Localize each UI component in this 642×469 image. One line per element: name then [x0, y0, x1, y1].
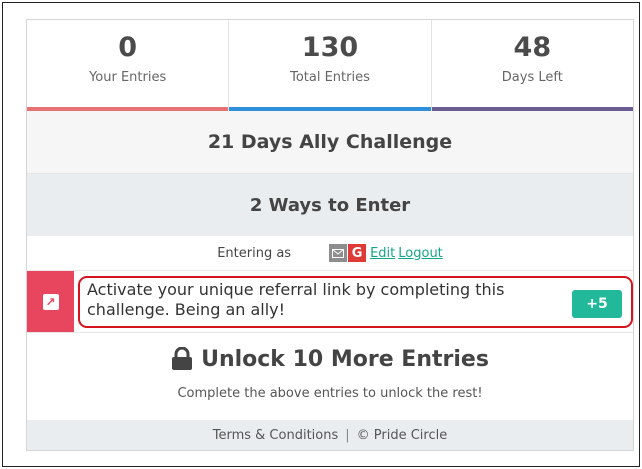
footer-separator: | — [345, 427, 350, 443]
logout-link[interactable]: Logout — [398, 246, 443, 261]
entry-description: Activate your unique referral link by co… — [87, 280, 505, 319]
unlock-subtitle: Complete the above entries to unlock the… — [177, 386, 483, 401]
your-entries-label: Your Entries — [89, 70, 167, 85]
unlock-title: Unlock 10 More Entries — [201, 346, 489, 372]
referral-entry-method[interactable]: ↗ Activate your unique referral link by … — [27, 270, 633, 333]
days-left-label: Days Left — [501, 70, 563, 85]
google-icon[interactable]: G — [348, 244, 367, 262]
stat-days-left: 48 Days Left — [431, 20, 633, 111]
footer: Terms & Conditions | © Pride Circle — [27, 420, 633, 450]
total-entries-count: 130 — [301, 32, 359, 63]
copyright-text: © Pride Circle — [356, 427, 448, 443]
your-entries-bar — [27, 107, 229, 111]
external-link-icon: ↗ — [42, 293, 59, 310]
days-left-bar — [431, 107, 633, 111]
stat-your-entries: 0 Your Entries — [27, 20, 230, 111]
edit-link[interactable]: Edit — [370, 246, 395, 261]
ways-to-enter-heading: 2 Ways to Enter — [27, 174, 633, 236]
stats-bar: 0 Your Entries 130 Total Entries 48 Days… — [27, 20, 633, 111]
total-entries-bar — [229, 107, 431, 111]
entry-points-badge: +5 — [572, 290, 622, 318]
mail-icon[interactable] — [329, 244, 348, 262]
lock-icon — [172, 347, 193, 370]
screenshot-frame: 0 Your Entries 130 Total Entries 48 Days… — [2, 2, 640, 467]
unlock-heading: Unlock 10 More Entries — [27, 333, 633, 385]
stat-total-entries: 130 Total Entries — [229, 20, 432, 111]
entering-as-row: Entering as G Edit Logout — [27, 236, 633, 270]
contest-widget: 0 Your Entries 130 Total Entries 48 Days… — [26, 19, 634, 451]
challenge-title: 21 Days Ally Challenge — [27, 111, 633, 174]
terms-link[interactable]: Terms & Conditions — [213, 428, 339, 443]
entering-as-label: Entering as — [217, 245, 292, 261]
mail-icon-glyph — [332, 248, 345, 258]
entry-icon-panel: ↗ — [27, 271, 74, 332]
days-left-count: 48 — [513, 32, 552, 63]
your-entries-count: 0 — [118, 32, 138, 63]
total-entries-label: Total Entries — [290, 70, 370, 85]
